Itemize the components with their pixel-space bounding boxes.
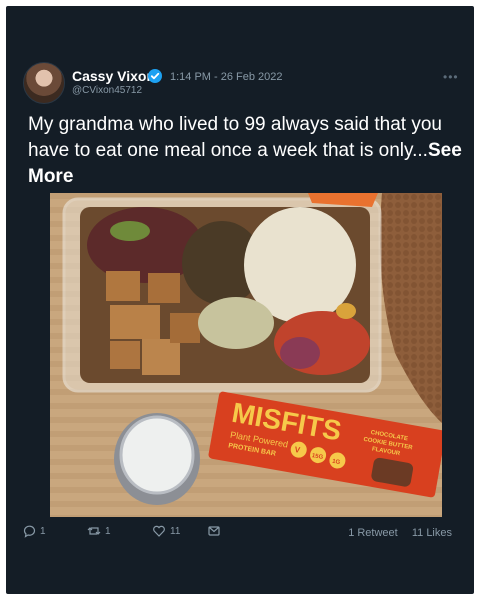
photo-tofu-2 <box>148 273 180 303</box>
share-icon <box>208 526 220 536</box>
tweet-card: Cassy Vixon 1:14 PM - 26 Feb 2022 @CVixo… <box>6 6 474 594</box>
more-options-icon[interactable]: ••• <box>443 70 459 84</box>
share-button[interactable] <box>207 524 221 538</box>
photo-corn <box>336 303 356 319</box>
verified-badge-icon <box>148 69 162 83</box>
avatar[interactable] <box>23 62 65 104</box>
retweet-button[interactable]: 1 <box>87 524 111 538</box>
photo-tofu-4 <box>110 341 140 369</box>
retweets-label[interactable]: 1 Retweet <box>348 527 398 539</box>
photo-greens <box>110 221 150 241</box>
engagement-stats: 1 Retweet 11 Likes <box>348 527 452 539</box>
retweet-count: 1 <box>105 525 111 537</box>
tweet-photo[interactable]: MISFITS Plant Powered PROTEIN BAR V 15G … <box>50 193 442 517</box>
photo-tofu-5 <box>142 339 180 375</box>
photo-tofu-3 <box>110 305 160 339</box>
like-button[interactable]: 11 <box>152 524 180 538</box>
retweet-icon <box>87 527 101 535</box>
tweet-body: My grandma who lived to 99 always said t… <box>28 114 442 161</box>
photo-tofu-1 <box>106 271 140 301</box>
tweet-time: 1:14 PM <box>170 71 211 83</box>
timestamp: 1:14 PM - 26 Feb 2022 <box>170 71 283 83</box>
reply-button[interactable]: 1 <box>22 524 46 538</box>
time-separator: - <box>210 71 221 83</box>
like-count: 11 <box>170 525 181 537</box>
likes-label[interactable]: 11 Likes <box>412 527 452 539</box>
photo-onion <box>280 337 320 369</box>
reply-icon <box>23 525 36 538</box>
tweet-date: 26 Feb 2022 <box>220 71 283 83</box>
author-name[interactable]: Cassy Vixon <box>72 68 155 84</box>
reply-count: 1 <box>40 525 46 537</box>
photo-hemp-seeds <box>198 297 274 349</box>
tweet-text: My grandma who lived to 99 always said t… <box>28 112 468 190</box>
photo-tofu-6 <box>170 313 200 343</box>
author-handle[interactable]: @CVixon45712 <box>72 85 142 96</box>
heart-icon <box>153 525 165 537</box>
